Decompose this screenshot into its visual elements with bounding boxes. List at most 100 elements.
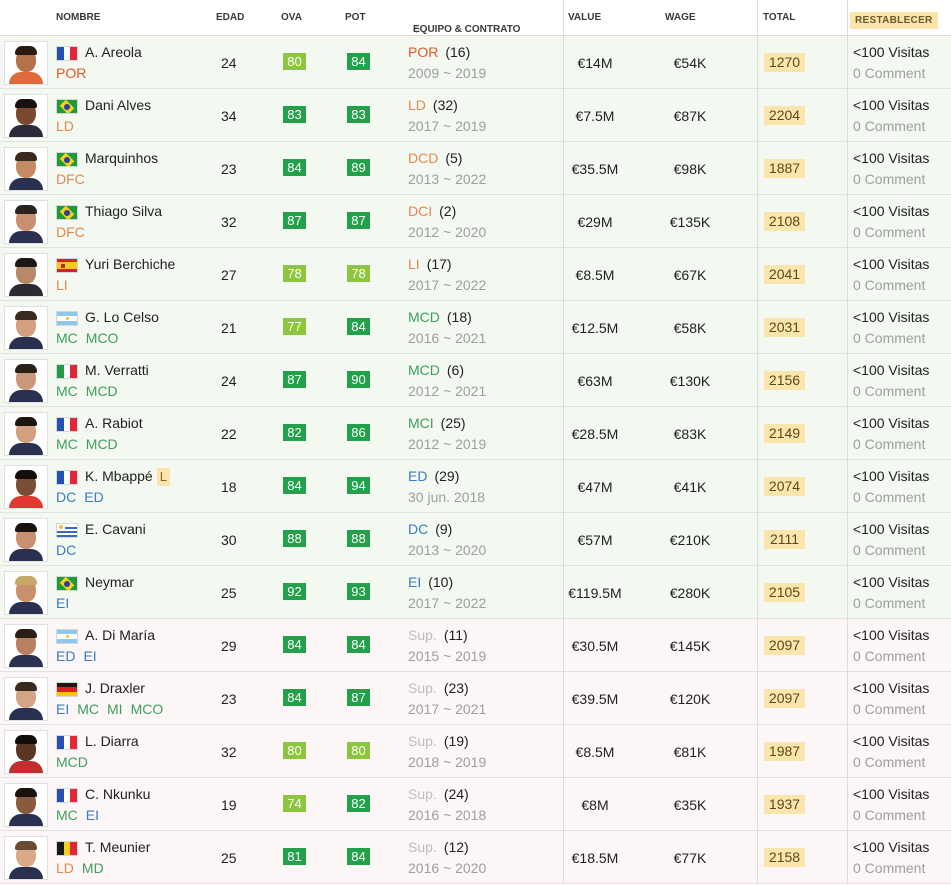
position-tag[interactable]: MC (56, 383, 78, 399)
comment-count[interactable]: 0 Comment (853, 807, 925, 823)
position-tag[interactable]: LI (56, 277, 68, 293)
comment-count[interactable]: 0 Comment (853, 648, 925, 664)
position-tag[interactable]: MCD (86, 383, 118, 399)
team-position-label[interactable]: DCD (408, 150, 438, 166)
player-name-link[interactable]: Yuri Berchiche (85, 256, 175, 272)
player-avatar[interactable] (4, 783, 48, 827)
comment-count[interactable]: 0 Comment (853, 860, 925, 876)
team-position-label[interactable]: LI (408, 256, 420, 272)
position-tag[interactable]: DC (56, 542, 76, 558)
table-row[interactable]: J. Draxler EI MC MI MCO 23 84 87 Sup. (23) 2017 ~ … (0, 672, 951, 725)
player-name-link[interactable]: Neymar (85, 574, 134, 590)
player-name-link[interactable]: C. Nkunku (85, 786, 150, 802)
player-avatar[interactable] (4, 412, 48, 456)
position-tag[interactable]: ED (84, 489, 103, 505)
position-tag[interactable]: MC (56, 436, 78, 452)
header-total[interactable]: TOTAL (763, 12, 795, 23)
team-position-label[interactable]: EI (408, 574, 421, 590)
position-tag[interactable]: MC (77, 701, 99, 717)
position-tag[interactable]: ED (56, 648, 75, 664)
player-name-link[interactable]: J. Draxler (85, 680, 145, 696)
team-position-label[interactable]: MCI (408, 415, 434, 431)
table-row[interactable]: L. Diarra MCD 32 80 80 Sup. (19) 2018 ~ 2019 €8.… (0, 725, 951, 778)
position-tag[interactable]: DC (56, 489, 76, 505)
position-tag[interactable]: EI (83, 648, 96, 664)
table-row[interactable]: A. Areola POR 24 80 84 POR (16) 2009 ~ 2019 €14M… (0, 36, 951, 89)
comment-count[interactable]: 0 Comment (853, 383, 925, 399)
table-row[interactable]: G. Lo Celso MC MCO 21 77 84 MCD (18) 2016 ~ 2021… (0, 301, 951, 354)
team-position-label[interactable]: DC (408, 521, 428, 537)
header-pot[interactable]: POT (345, 12, 366, 23)
player-name-link[interactable]: E. Cavani (85, 521, 146, 537)
player-name-link[interactable]: K. Mbappé L (85, 468, 170, 486)
player-name-link[interactable]: A. Areola (85, 44, 142, 60)
team-position-label[interactable]: DCI (408, 203, 432, 219)
table-row[interactable]: Thiago Silva DFC 32 87 87 DCI (2) 2012 ~ 2020 €2… (0, 195, 951, 248)
position-tag[interactable]: MCD (86, 436, 118, 452)
player-name-link[interactable]: Dani Alves (85, 97, 151, 113)
team-position-label[interactable]: Sup. (408, 680, 437, 696)
header-age[interactable]: EDAD (216, 12, 244, 23)
player-avatar[interactable] (4, 306, 48, 350)
table-row[interactable]: A. Rabiot MC MCD 22 82 86 MCI (25) 2012 ~ 2019 €2… (0, 407, 951, 460)
comment-count[interactable]: 0 Comment (853, 65, 925, 81)
table-row[interactable]: A. Di María ED EI 29 84 84 Sup. (11) 2015 ~ 2019… (0, 619, 951, 672)
table-row[interactable]: C. Nkunku MC EI 19 74 82 Sup. (24) 2016 ~ 2018 €8… (0, 778, 951, 831)
player-name-link[interactable]: L. Diarra (85, 733, 139, 749)
position-tag[interactable]: EI (56, 701, 69, 717)
team-position-label[interactable]: Sup. (408, 627, 437, 643)
comment-count[interactable]: 0 Comment (853, 436, 925, 452)
table-row[interactable]: Marquinhos DFC 23 84 89 DCD (5) 2013 ~ 2022 €35.… (0, 142, 951, 195)
position-tag[interactable]: MC (56, 330, 78, 346)
table-row[interactable]: Yuri Berchiche LI 27 78 78 LI (17) 2017 ~ 2022 €… (0, 248, 951, 301)
position-tag[interactable]: EI (56, 595, 69, 611)
table-row[interactable]: Dani Alves LD 34 83 83 LD (32) 2017 ~ 2019 €7.5M… (0, 89, 951, 142)
table-row[interactable]: E. Cavani DC 30 88 88 DC (9) 2013 ~ 2020 €57M €21… (0, 513, 951, 566)
header-value[interactable]: VALUE (568, 12, 601, 23)
player-avatar[interactable] (4, 200, 48, 244)
position-tag[interactable]: MD (82, 860, 104, 876)
player-avatar[interactable] (4, 677, 48, 721)
player-name-link[interactable]: A. Di María (85, 627, 155, 643)
player-avatar[interactable] (4, 94, 48, 138)
player-name-link[interactable]: G. Lo Celso (85, 309, 159, 325)
position-tag[interactable]: MCO (86, 330, 119, 346)
player-avatar[interactable] (4, 624, 48, 668)
reset-button[interactable]: RESTABLECER (850, 12, 938, 29)
position-tag[interactable]: LD (56, 118, 74, 134)
player-avatar[interactable] (4, 571, 48, 615)
team-position-label[interactable]: Sup. (408, 839, 437, 855)
player-avatar[interactable] (4, 465, 48, 509)
position-tag[interactable]: EI (86, 807, 99, 823)
position-tag[interactable]: MCD (56, 754, 88, 770)
position-tag[interactable]: LD (56, 860, 74, 876)
comment-count[interactable]: 0 Comment (853, 754, 925, 770)
header-ova[interactable]: OVA (281, 12, 302, 23)
position-tag[interactable]: MCO (131, 701, 164, 717)
team-position-label[interactable]: POR (408, 44, 438, 60)
team-position-label[interactable]: Sup. (408, 786, 437, 802)
player-avatar[interactable] (4, 730, 48, 774)
team-position-label[interactable]: MCD (408, 309, 440, 325)
player-avatar[interactable] (4, 359, 48, 403)
comment-count[interactable]: 0 Comment (853, 118, 925, 134)
header-wage[interactable]: WAGE (665, 12, 696, 23)
position-tag[interactable]: DFC (56, 171, 85, 187)
comment-count[interactable]: 0 Comment (853, 542, 925, 558)
position-tag[interactable]: DFC (56, 224, 85, 240)
player-avatar[interactable] (4, 836, 48, 880)
table-row[interactable]: T. Meunier LD MD 25 81 84 Sup. (12) 2016 ~ 2020 €… (0, 831, 951, 884)
table-row[interactable]: M. Verratti MC MCD 24 87 90 MCD (6) 2012 ~ 2021 €… (0, 354, 951, 407)
player-avatar[interactable] (4, 41, 48, 85)
comment-count[interactable]: 0 Comment (853, 595, 925, 611)
comment-count[interactable]: 0 Comment (853, 701, 925, 717)
table-row[interactable]: K. Mbappé L DC ED 18 84 94 ED (29) 30 jun. 2018 €4… (0, 460, 951, 513)
comment-count[interactable]: 0 Comment (853, 171, 925, 187)
player-avatar[interactable] (4, 253, 48, 297)
player-name-link[interactable]: M. Verratti (85, 362, 149, 378)
team-position-label[interactable]: Sup. (408, 733, 437, 749)
comment-count[interactable]: 0 Comment (853, 330, 925, 346)
team-position-label[interactable]: LD (408, 97, 426, 113)
position-tag[interactable]: MC (56, 807, 78, 823)
comment-count[interactable]: 0 Comment (853, 224, 925, 240)
